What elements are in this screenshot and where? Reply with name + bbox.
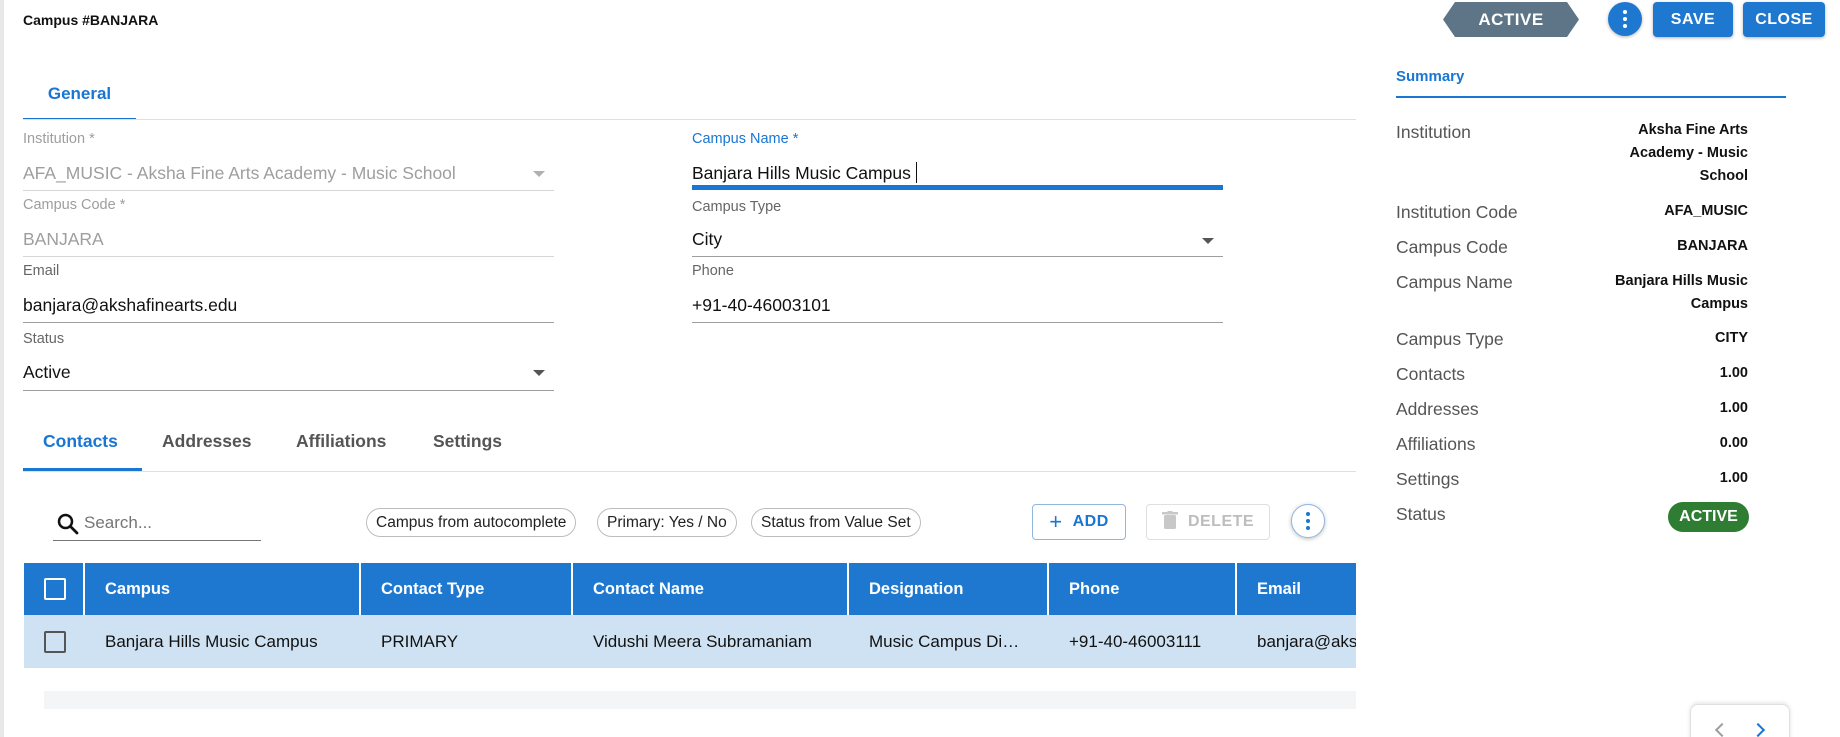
column-header-phone[interactable]: Phone — [1049, 563, 1237, 615]
campus-code-field — [23, 256, 554, 257]
filter-chip-campus[interactable]: Campus from autocomplete — [366, 508, 577, 537]
summary-campus-code-value: BANJARA — [1677, 238, 1748, 254]
email-underline — [23, 322, 554, 323]
summary-campus-name-value: Banjara Hills Music Campus — [1615, 273, 1748, 312]
pager — [1690, 704, 1790, 737]
institution-label: Institution * — [23, 131, 95, 147]
text-cursor — [916, 162, 917, 183]
phone-underline — [692, 322, 1223, 323]
status-label: Status — [23, 331, 65, 347]
add-label: ADD — [1072, 513, 1109, 530]
email-field[interactable]: banjara@akshafinearts.edu — [23, 295, 237, 316]
table-horizontal-scrollbar[interactable] — [44, 691, 1356, 709]
tab-divider — [23, 119, 1356, 120]
column-header-campus[interactable]: Campus — [85, 563, 361, 615]
campus-type-underline — [692, 256, 1223, 257]
column-header-designation[interactable]: Designation — [849, 563, 1049, 615]
summary-affiliations-label: Affiliations — [1396, 434, 1476, 454]
delete-label: DELETE — [1187, 513, 1255, 530]
tab-general[interactable]: General — [23, 70, 136, 120]
tab-addresses[interactable]: Addresses — [162, 431, 252, 452]
phone-label: Phone — [692, 263, 734, 279]
add-contact-button[interactable]: + ADD — [1032, 504, 1126, 540]
summary-contacts-value: 1.00 — [1719, 365, 1748, 381]
cell-contact-type: PRIMARY — [381, 631, 459, 651]
chevron-down-icon — [1202, 238, 1214, 244]
chevron-right-icon[interactable] — [1750, 722, 1766, 737]
left-border — [0, 0, 4, 737]
status-underline — [23, 390, 554, 391]
summary-campus-type-value: CITY — [1714, 330, 1748, 346]
cell-contact-name: Vidushi Meera Subramaniam — [593, 631, 812, 651]
status-tag: ACTIVE — [1443, 2, 1579, 37]
campus-name-focus-underline — [692, 185, 1223, 190]
cell-email: banjara@aks — [1257, 631, 1356, 651]
column-header-email[interactable]: Email — [1237, 563, 1356, 615]
tab-settings[interactable]: Settings — [433, 431, 502, 452]
subtab-divider — [23, 471, 1356, 472]
campus-type-label: Campus Type — [692, 199, 782, 215]
phone-field[interactable]: +91-40-46003101 — [692, 295, 831, 316]
kebab-icon — [1623, 10, 1627, 28]
summary-status-label: Status — [1396, 504, 1446, 524]
row-select-cell — [24, 615, 85, 668]
tab-affiliations[interactable]: Affiliations — [296, 431, 386, 452]
status-select[interactable]: Active — [23, 362, 71, 383]
summary-settings-value: 1.00 — [1719, 470, 1748, 486]
summary-addresses-value: 1.00 — [1719, 400, 1748, 416]
table-header: Campus Contact Type Contact Name Designa… — [24, 563, 1356, 615]
campus-code-value: BANJARA — [23, 229, 104, 249]
summary-affiliations-value: 0.00 — [1719, 435, 1748, 451]
plus-icon: + — [1049, 509, 1063, 534]
select-all-cell — [24, 563, 85, 615]
campus-name-field[interactable]: Banjara Hills Music Campus — [692, 163, 911, 184]
cell-phone: +91-40-46003111 — [1069, 631, 1202, 651]
tab-contacts[interactable]: Contacts — [43, 431, 118, 452]
campus-name-label: Campus Name * — [692, 131, 799, 147]
column-header-contact-type[interactable]: Contact Type — [361, 563, 573, 615]
summary-institution-code-label: Institution Code — [1396, 202, 1518, 222]
summary-tab[interactable]: Summary — [1396, 68, 1786, 98]
chevron-left-icon[interactable] — [1714, 722, 1730, 737]
page-title: Campus #BANJARA — [23, 12, 159, 28]
row-checkbox[interactable] — [44, 630, 66, 653]
summary-settings-label: Settings — [1396, 469, 1460, 489]
summary-institution-code-value: AFA_MUSIC — [1664, 203, 1748, 219]
institution-value: AFA_MUSIC - Aksha Fine Arts Academy - Mu… — [23, 163, 456, 183]
table-more-button[interactable] — [1291, 504, 1325, 538]
campus-type-select[interactable]: City — [692, 229, 722, 250]
table-row[interactable]: Banjara Hills Music Campus PRIMARY Vidus… — [24, 615, 1356, 668]
filter-chip-status[interactable]: Status from Value Set — [751, 508, 921, 537]
status-badge: ACTIVE — [1668, 502, 1749, 532]
summary-addresses-label: Addresses — [1396, 399, 1479, 419]
save-button[interactable]: SAVE — [1653, 2, 1733, 37]
summary-institution-label: Institution — [1396, 122, 1471, 142]
cell-campus: Banjara Hills Music Campus — [105, 631, 318, 651]
search-input[interactable] — [84, 508, 259, 538]
search-icon — [56, 512, 80, 541]
summary-contacts-label: Contacts — [1396, 364, 1466, 384]
institution-select — [23, 190, 554, 191]
delete-button[interactable]: DELETE — [1146, 504, 1270, 540]
trash-icon — [1161, 510, 1178, 534]
chevron-down-icon — [533, 171, 545, 177]
cell-designation: Music Campus Di… — [869, 631, 1020, 651]
campus-code-label: Campus Code * — [23, 197, 126, 213]
more-actions-button[interactable] — [1608, 2, 1642, 36]
column-header-contact-name[interactable]: Contact Name — [573, 563, 849, 615]
filter-chip-primary[interactable]: Primary: Yes / No — [597, 508, 737, 537]
kebab-icon — [1306, 512, 1310, 530]
chevron-down-icon — [533, 370, 545, 376]
summary-campus-name-label: Campus Name — [1396, 272, 1513, 292]
search-underline — [53, 540, 261, 541]
close-button[interactable]: CLOSE — [1743, 2, 1825, 37]
summary-institution-value: Aksha Fine Arts Academy - Music School — [1629, 122, 1748, 184]
email-label: Email — [23, 263, 60, 279]
summary-campus-type-label: Campus Type — [1396, 329, 1504, 349]
select-all-checkbox[interactable] — [44, 578, 66, 600]
summary-campus-code-label: Campus Code — [1396, 237, 1508, 257]
